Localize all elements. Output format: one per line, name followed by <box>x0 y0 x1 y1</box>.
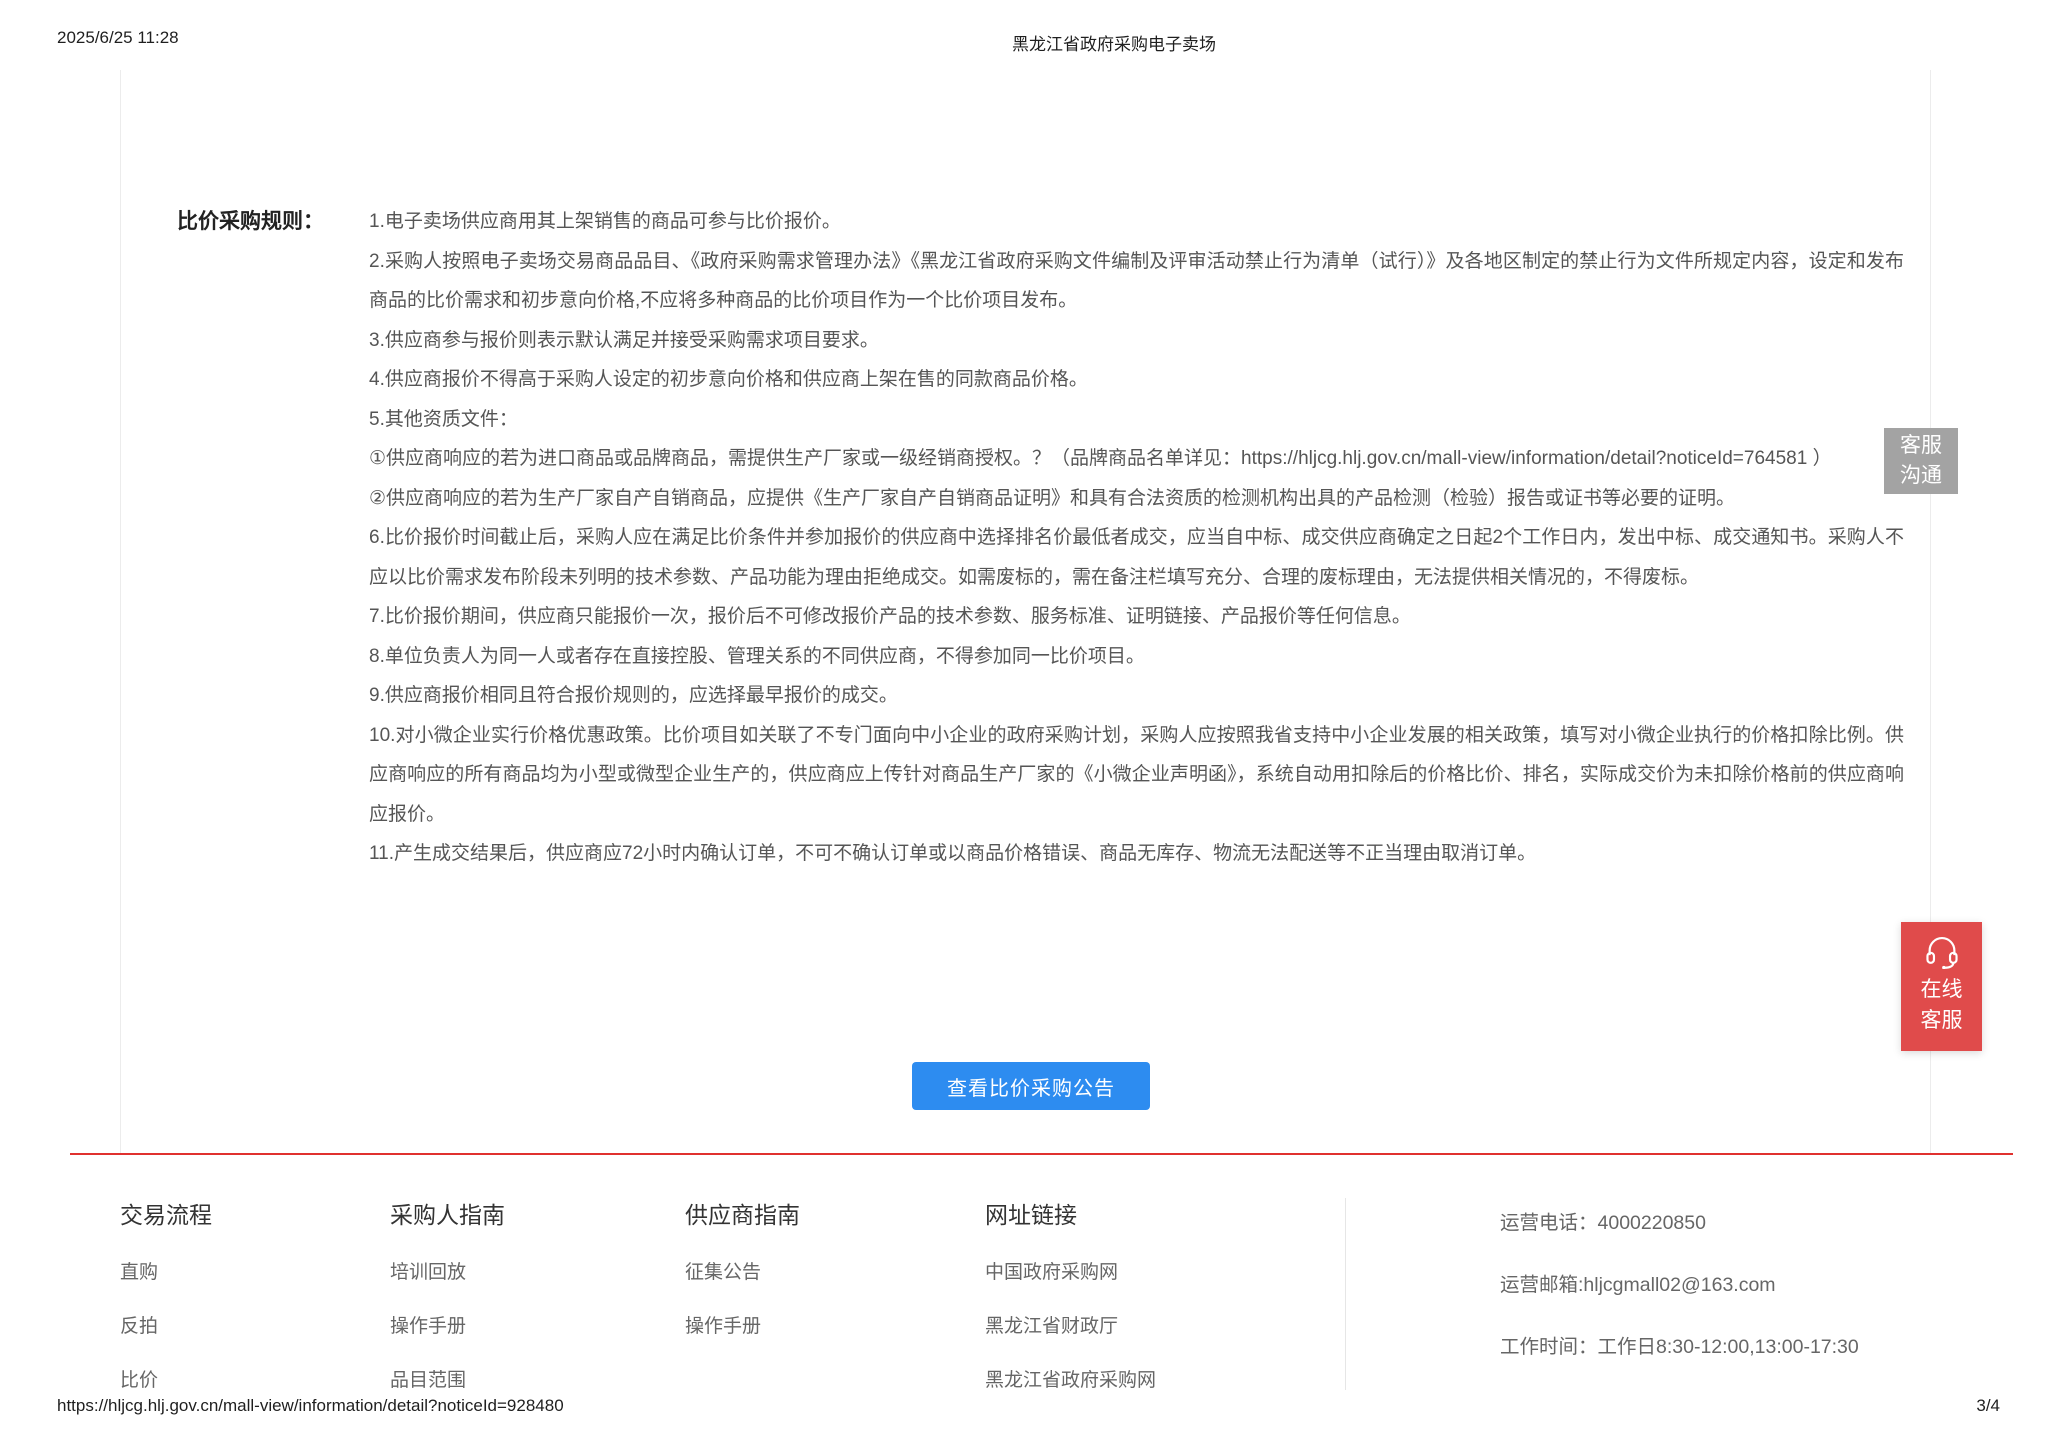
operation-email: 运营邮箱:hljcgmall02@163.com <box>1500 1268 1859 1297</box>
rules-section-label: 比价采购规则： <box>177 202 369 874</box>
customer-service-chat-button[interactable]: 客服 沟通 <box>1884 428 1958 494</box>
footer-contact-info: 运营电话：4000220850 运营邮箱:hljcgmall02@163.com… <box>1500 1206 1859 1392</box>
footer-vertical-divider <box>1345 1198 1346 1390</box>
footer-link-operation-manual[interactable]: 操作手册 <box>390 1311 685 1338</box>
footer-link-category-scope[interactable]: 品目范围 <box>390 1365 685 1392</box>
footer-col-purchaser-guide: 采购人指南 培训回放 操作手册 品目范围 <box>390 1196 685 1392</box>
print-footer-url: https://hljcg.hlj.gov.cn/mall-view/infor… <box>57 1396 564 1416</box>
rules-section: 比价采购规则： 1.电子卖场供应商用其上架销售的商品可参与比价报价。 2.采购人… <box>121 70 1930 874</box>
online-customer-service-button[interactable]: 在线 客服 <box>1901 922 1982 1051</box>
service-button-label-line1: 在线 <box>1901 974 1982 1005</box>
footer-link-collection-notice[interactable]: 征集公告 <box>685 1257 985 1284</box>
footer-link-direct-purchase[interactable]: 直购 <box>120 1257 390 1284</box>
footer-link-price-comparison[interactable]: 比价 <box>120 1365 390 1392</box>
footer-col-title: 网址链接 <box>985 1196 1345 1230</box>
rules-text: 1.电子卖场供应商用其上架销售的商品可参与比价报价。 2.采购人按照电子卖场交易… <box>369 202 1904 874</box>
rule-item-8: 8.单位负责人为同一人或者存在直接控股、管理关系的不同供应商，不得参加同一比价项… <box>369 637 1904 677</box>
footer-col-trade-process: 交易流程 直购 反拍 比价 <box>120 1196 390 1392</box>
rule-item-4: 4.供应商报价不得高于采购人设定的初步意向价格和供应商上架在售的同款商品价格。 <box>369 360 1904 400</box>
footer-link-ccgp[interactable]: 中国政府采购网 <box>985 1257 1345 1284</box>
rule-item-3: 3.供应商参与报价则表示默认满足并接受采购需求项目要求。 <box>369 321 1904 361</box>
rule-item-9: 9.供应商报价相同且符合报价规则的，应选择最早报价的成交。 <box>369 676 1904 716</box>
footer-link-columns: 交易流程 直购 反拍 比价 采购人指南 培训回放 操作手册 品目范围 供应商指南… <box>120 1196 1345 1392</box>
rule-item-5: 5.其他资质文件： <box>369 400 1904 440</box>
rule-item-11: 11.产生成交结果后，供应商应72小时内确认订单，不可不确认订单或以商品价格错误… <box>369 834 1904 874</box>
operation-phone: 运营电话：4000220850 <box>1500 1206 1859 1235</box>
print-datetime: 2025/6/25 11:28 <box>57 28 179 48</box>
footer-col-supplier-guide: 供应商指南 征集公告 操作手册 <box>685 1196 985 1392</box>
print-preview-page: 2025/6/25 11:28 黑龙江省政府采购电子卖场 比价采购规则： 1.电… <box>0 0 2048 1447</box>
footer-col-website-links: 网址链接 中国政府采购网 黑龙江省财政厅 黑龙江省政府采购网 <box>985 1196 1345 1392</box>
footer-link-hlj-gov-procurement[interactable]: 黑龙江省政府采购网 <box>985 1365 1345 1392</box>
rule-item-5-sub-2: ②供应商响应的若为生产厂家自产自销商品，应提供《生产厂家自产自销商品证明》和具有… <box>369 479 1904 519</box>
headset-icon <box>1923 956 1961 973</box>
rule-item-2: 2.采购人按照电子卖场交易商品品目、《政府采购需求管理办法》《黑龙江省政府采购文… <box>369 242 1904 321</box>
service-button-label-line2: 客服 <box>1901 1005 1982 1036</box>
footer-link-training-replay[interactable]: 培训回放 <box>390 1257 685 1284</box>
footer-link-hlj-finance[interactable]: 黑龙江省财政厅 <box>985 1311 1345 1338</box>
chat-button-label-line1: 客服 <box>1884 431 1958 461</box>
footer-col-title: 供应商指南 <box>685 1196 985 1230</box>
rule-item-1: 1.电子卖场供应商用其上架销售的商品可参与比价报价。 <box>369 202 1904 242</box>
working-hours: 工作时间：工作日8:30-12:00,13:00-17:30 <box>1500 1330 1859 1359</box>
rule-item-10: 10.对小微企业实行价格优惠政策。比价项目如关联了不专门面向中小企业的政府采购计… <box>369 716 1904 835</box>
footer-col-title: 采购人指南 <box>390 1196 685 1230</box>
view-price-comparison-announcement-button[interactable]: 查看比价采购公告 <box>912 1062 1150 1110</box>
rule-item-6: 6.比价报价时间截止后，采购人应在满足比价条件并参加报价的供应商中选择排名价最低… <box>369 518 1904 597</box>
chat-button-label-line2: 沟通 <box>1884 461 1958 491</box>
footer-col-title: 交易流程 <box>120 1196 390 1230</box>
rule-item-7: 7.比价报价期间，供应商只能报价一次，报价后不可修改报价产品的技术参数、服务标准… <box>369 597 1904 637</box>
page-title: 黑龙江省政府采购电子卖场 <box>1012 30 1216 55</box>
rule-item-5-sub-1: ①供应商响应的若为进口商品或品牌商品，需提供生产厂家或一级经销商授权。？（品牌商… <box>369 439 1904 479</box>
print-page-number: 3/4 <box>1976 1396 2000 1416</box>
footer-link-reverse-auction[interactable]: 反拍 <box>120 1311 390 1338</box>
footer-link-operation-manual-supplier[interactable]: 操作手册 <box>685 1311 985 1338</box>
content-frame: 比价采购规则： 1.电子卖场供应商用其上架销售的商品可参与比价报价。 2.采购人… <box>120 70 1931 1153</box>
footer-red-divider <box>70 1153 2013 1155</box>
